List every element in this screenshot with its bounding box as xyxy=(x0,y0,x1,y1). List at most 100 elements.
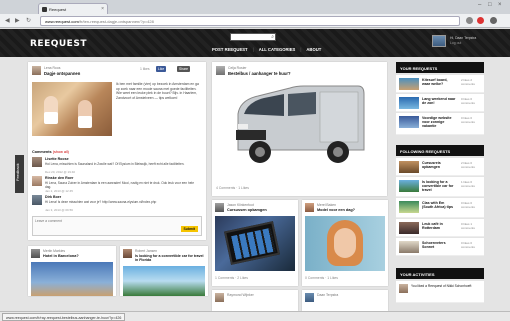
post-author[interactable]: Merlin Markies xyxy=(43,249,65,253)
post-author[interactable]: Celja Rosier xyxy=(228,66,246,70)
post-card: Daan Terpstra xyxy=(302,290,388,311)
comment-date: Jan 3, 2013 @ 09:56 xyxy=(45,208,73,212)
avatar[interactable] xyxy=(32,66,41,75)
sidebar-item[interactable]: Is looking for a convertible car for tra… xyxy=(396,177,484,197)
post-author[interactable]: Daan Terpstra xyxy=(317,293,338,297)
thumbnail xyxy=(399,180,419,192)
sidebar-item-title[interactable]: Cursusreis opkamgen xyxy=(422,161,456,169)
comment-date: Jan 2, 2013 @ 12:45 xyxy=(45,189,73,193)
search-icon[interactable]: ⌕ xyxy=(271,34,274,40)
thumbnail xyxy=(399,241,419,253)
minimize-icon[interactable]: – xyxy=(478,2,481,8)
thumbnail xyxy=(399,201,419,213)
tab-title: Reequest xyxy=(49,7,67,12)
address-bar[interactable]: www.reequest.com/fr/ten-reequest-dagje-o… xyxy=(40,16,460,26)
avatar[interactable] xyxy=(432,35,446,47)
star-icon[interactable] xyxy=(466,17,473,24)
extension-icon[interactable] xyxy=(477,17,484,24)
sidebar-item-title[interactable]: Is looking for a convertible car for tra… xyxy=(422,180,456,193)
close-tab-icon[interactable]: × xyxy=(101,6,104,12)
post-author[interactable]: Lena Roos xyxy=(44,66,60,70)
comment-date: Dec 20, 2012 @ 19:40 xyxy=(45,170,76,174)
post-title[interactable]: Dagje ontspannen xyxy=(44,71,80,76)
sidebar-item-title[interactable]: Clas with Em (South Africa) tips xyxy=(422,201,456,209)
post-image-van[interactable] xyxy=(230,80,370,168)
post-author[interactable]: Jason Klinkenfoot xyxy=(227,203,254,207)
close-window-icon[interactable]: × xyxy=(498,2,502,8)
sidebar-item-counts: 2 likes 0 comments xyxy=(461,161,475,169)
comment-author[interactable]: Lisette Roose xyxy=(45,157,69,161)
browser-tab[interactable]: Reequest × xyxy=(38,3,108,14)
avatar[interactable] xyxy=(305,293,314,302)
post-author[interactable]: Raymond Wijnker xyxy=(227,293,254,297)
post-card: Merlin Markies Hotel in Barcelona? xyxy=(28,246,116,296)
browser-tabbar: Reequest × – □ × xyxy=(0,0,510,14)
avatar[interactable] xyxy=(123,249,132,258)
avatar[interactable] xyxy=(32,195,42,205)
comment-text: Hi Lena! Is deze misschien wat voor je? … xyxy=(45,199,157,204)
sidebar-item-title[interactable]: Schoenveters Sonnet xyxy=(422,241,456,249)
sidebar-item[interactable]: Lang weekend naar de zon! 0 likes 0 comm… xyxy=(396,94,484,112)
sidebar-item[interactable]: Voordige website voor zonnige vakantie 0… xyxy=(396,113,484,135)
post-image-sauna[interactable] xyxy=(32,82,112,136)
sidebar-item-title[interactable]: Kitesurf board, waar welke? xyxy=(422,78,456,86)
thumbnail xyxy=(399,97,419,109)
nav-all-categories[interactable]: ALL CATEGORIES xyxy=(259,47,296,52)
post-author[interactable]: Merel Baken xyxy=(317,203,336,207)
comment-author[interactable]: Rinske den Roer xyxy=(45,176,73,180)
avatar[interactable] xyxy=(305,203,314,212)
submit-button[interactable]: Submit xyxy=(180,226,198,232)
comment-author[interactable]: Dirk Boer xyxy=(45,195,61,199)
show-all-link[interactable]: (show all) xyxy=(53,150,69,154)
url-host: www.reequest.com xyxy=(45,19,79,24)
site-header: REEQUEST ⌕ POST REEQUEST | ALL CATEGORIE… xyxy=(0,29,510,57)
url-path: /fr/ten-reequest-dagje-ontspannen/?p=428 xyxy=(78,19,154,24)
sidebar-item[interactable]: Clas with Em (South Africa) tips 0 likes… xyxy=(396,198,484,218)
avatar[interactable] xyxy=(215,293,224,302)
user-greeting[interactable]: Hi, Daan Terpstra xyxy=(450,36,476,40)
post-image-florida[interactable] xyxy=(123,266,205,296)
post-card-main: Lena Roos Dagje ontspannen 1 likes Like … xyxy=(28,62,206,240)
post-author[interactable]: Robert Jansen xyxy=(135,249,157,253)
reload-icon[interactable]: ↻ xyxy=(26,17,31,24)
nav-about[interactable]: ABOUT xyxy=(306,47,321,52)
sidebar-item-title[interactable]: Leuk café in Rotterdam xyxy=(422,222,456,230)
site-logo[interactable]: REEQUEST xyxy=(30,39,87,49)
logout-link[interactable]: Log out xyxy=(450,41,461,45)
feedback-tab[interactable]: Feedback xyxy=(15,155,24,193)
post-image-barcelona[interactable] xyxy=(31,262,113,296)
sidebar-item[interactable]: Cursusreis opkamgen 2 likes 0 comments xyxy=(396,158,484,176)
post-title[interactable]: Is looking for a convertible car for tra… xyxy=(135,254,205,262)
nav-post-reequest[interactable]: POST REEQUEST xyxy=(212,47,248,52)
maximize-icon[interactable]: □ xyxy=(488,2,492,8)
post-title[interactable]: Cursussen opkamgen xyxy=(227,208,267,212)
comment-textarea[interactable]: Leave a comment Submit xyxy=(32,216,202,236)
post-title[interactable]: Bestelbus / aanhanger te huur? xyxy=(228,71,291,76)
favicon-icon xyxy=(42,7,47,12)
share-button[interactable]: Share xyxy=(177,66,191,72)
avatar[interactable] xyxy=(32,176,42,186)
post-image-model[interactable] xyxy=(305,216,385,271)
sidebar-item-counts: 2 likes 2 comments xyxy=(461,78,475,86)
back-icon[interactable]: ◀ xyxy=(5,17,10,24)
activity-item[interactable]: You liked a Reequest of Nikki Schonhoeft xyxy=(396,281,484,303)
post-card: Raymond Wijnker xyxy=(212,290,298,311)
post-image-tablet[interactable] xyxy=(215,216,295,271)
avatar[interactable] xyxy=(31,249,40,258)
avatar[interactable] xyxy=(32,157,42,167)
post-title[interactable]: Hotel in Barcelona? xyxy=(43,254,79,258)
sidebar-item-title[interactable]: Voordige website voor zonnige vakantie xyxy=(422,116,456,129)
avatar[interactable] xyxy=(215,203,224,212)
search-input[interactable]: ⌕ xyxy=(230,33,276,41)
sidebar-item-title[interactable]: Lang weekend naar de zon! xyxy=(422,97,456,105)
like-count: 1 likes xyxy=(140,67,150,71)
forward-icon[interactable]: ▶ xyxy=(15,17,20,24)
sidebar-item[interactable]: Kitesurf board, waar welke? 2 likes 2 co… xyxy=(396,75,484,93)
sidebar-item-counts: 0 likes 0 comments xyxy=(461,97,475,105)
sidebar-item[interactable]: Schoenveters Sonnet 0 likes 0 comments xyxy=(396,238,484,256)
sidebar-item[interactable]: Leuk café in Rotterdam 0 likes 1 comment… xyxy=(396,219,484,237)
menu-icon[interactable] xyxy=(490,17,497,24)
like-button[interactable]: Like xyxy=(156,66,167,72)
post-title[interactable]: Model voor een dag? xyxy=(317,208,355,212)
avatar[interactable] xyxy=(216,66,225,75)
